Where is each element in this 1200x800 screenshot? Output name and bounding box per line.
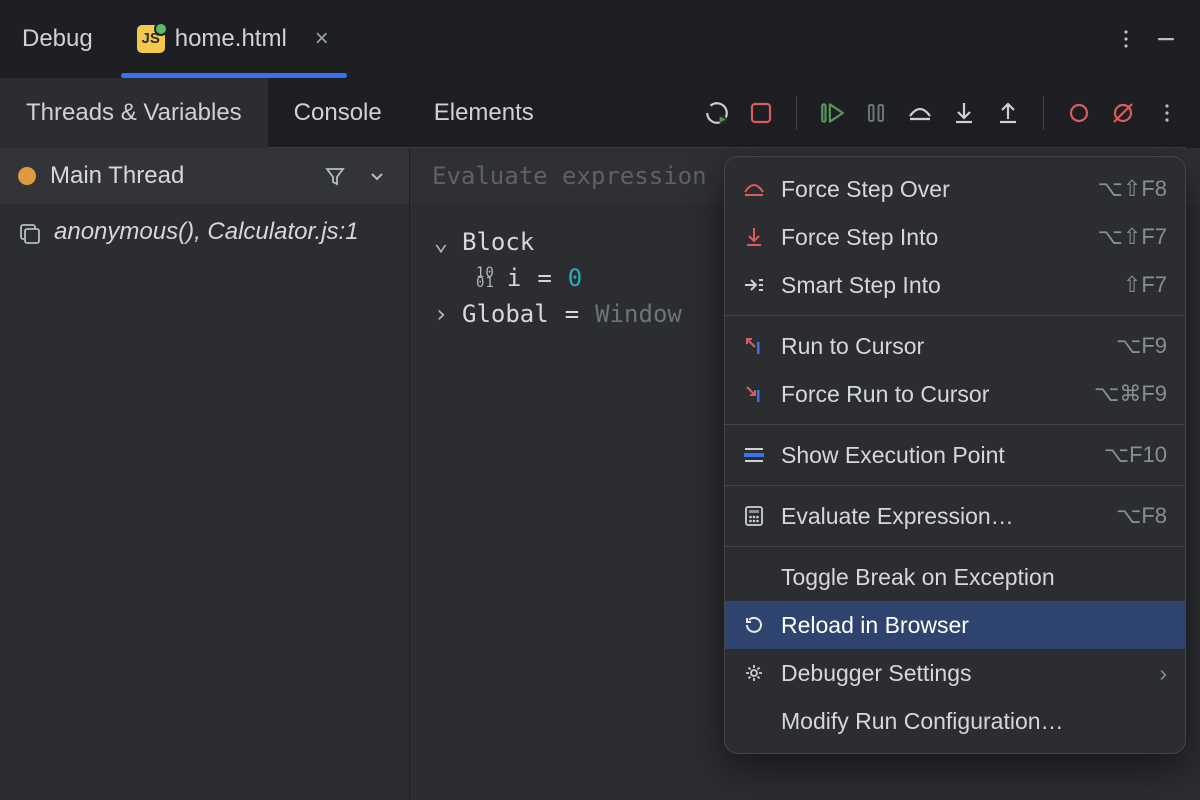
resume-icon[interactable] — [813, 94, 851, 132]
shortcut: ⌥F9 — [1116, 333, 1167, 359]
variable-name: i — [507, 264, 521, 292]
shortcut: ⌥⇧F7 — [1098, 224, 1167, 250]
shortcut: ⌥F10 — [1104, 442, 1167, 468]
debug-context-menu: Force Step Over ⌥⇧F8 Force Step Into ⌥⇧F… — [724, 156, 1186, 754]
force-step-over-icon — [741, 180, 767, 198]
menu-force-step-over[interactable]: Force Step Over ⌥⇧F8 — [725, 165, 1185, 213]
smart-step-into-icon — [741, 277, 767, 293]
menu-debugger-settings[interactable]: Debugger Settings › — [725, 649, 1185, 697]
equals-sign: = — [537, 264, 551, 292]
menu-modify-run-config[interactable]: Modify Run Configuration… — [725, 697, 1185, 745]
scope-label: Global — [462, 300, 549, 328]
stack-frame[interactable]: anonymous(), Calculator.js:1 — [0, 204, 409, 260]
menu-show-execution-point[interactable]: Show Execution Point ⌥F10 — [725, 431, 1185, 479]
force-step-into-icon — [741, 227, 767, 247]
menu-force-step-into[interactable]: Force Step Into ⌥⇧F7 — [725, 213, 1185, 261]
step-into-icon[interactable] — [945, 94, 983, 132]
menu-force-run-to-cursor[interactable]: Force Run to Cursor ⌥⌘F9 — [725, 370, 1185, 418]
menu-evaluate-expression[interactable]: Evaluate Expression… ⌥F8 — [725, 492, 1185, 540]
binary-type-icon: 1001 — [476, 268, 495, 288]
scope-label: Block — [462, 228, 534, 256]
shortcut: ⌥F8 — [1116, 503, 1167, 529]
js-file-icon: JS — [137, 25, 165, 53]
menu-reload-in-browser[interactable]: Reload in Browser — [725, 601, 1185, 649]
tab-elements[interactable]: Elements — [408, 78, 560, 148]
frame-icon — [18, 220, 42, 244]
shortcut: ⌥⇧F8 — [1098, 176, 1167, 202]
debug-tabs: Threads & Variables Console Elements — [0, 78, 678, 148]
shortcut: ⇧F7 — [1123, 272, 1167, 298]
rerun-icon[interactable] — [698, 94, 736, 132]
scope-value: Window — [595, 300, 682, 328]
thread-name: Main Thread — [50, 162, 307, 190]
tool-window-title: Debug — [22, 25, 93, 53]
debug-actions — [678, 78, 1186, 148]
tab-console[interactable]: Console — [268, 78, 408, 148]
gear-icon — [741, 663, 767, 683]
tab-threads-variables[interactable]: Threads & Variables — [0, 78, 268, 148]
step-over-icon[interactable] — [901, 94, 939, 132]
frames-pane: Main Thread anonymous(), Calculator.js:1 — [0, 148, 410, 800]
toolbar-more-icon[interactable] — [1148, 94, 1186, 132]
show-execution-point-icon — [741, 447, 767, 463]
more-vertical-icon[interactable] — [1106, 19, 1146, 59]
thread-status-icon — [18, 167, 36, 185]
filter-icon[interactable] — [321, 162, 349, 190]
titlebar: Debug JS home.html × — [0, 0, 1200, 78]
force-run-to-cursor-icon — [741, 384, 767, 404]
run-to-cursor-icon — [741, 336, 767, 356]
chevron-right-icon: › — [430, 300, 452, 328]
menu-run-to-cursor[interactable]: Run to Cursor ⌥F9 — [725, 322, 1185, 370]
file-tab-label: home.html — [175, 25, 287, 53]
minimize-icon[interactable] — [1146, 19, 1186, 59]
chevron-right-icon: › — [1159, 660, 1167, 687]
shortcut: ⌥⌘F9 — [1094, 381, 1167, 407]
pause-icon[interactable] — [857, 94, 895, 132]
chevron-down-icon: ⌄ — [430, 228, 452, 256]
thread-dropdown-icon[interactable] — [363, 162, 391, 190]
file-tab[interactable]: JS home.html × — [127, 0, 339, 77]
thread-header[interactable]: Main Thread — [0, 148, 409, 204]
mute-breakpoints-icon[interactable] — [1104, 94, 1142, 132]
calculator-icon — [741, 506, 767, 526]
menu-smart-step-into[interactable]: Smart Step Into ⇧F7 — [725, 261, 1185, 309]
stop-icon[interactable] — [742, 94, 780, 132]
reload-icon — [741, 615, 767, 635]
equals-sign: = — [565, 300, 579, 328]
view-breakpoints-icon[interactable] — [1060, 94, 1098, 132]
frame-label: anonymous(), Calculator.js:1 — [54, 218, 359, 246]
debug-toolbar: Threads & Variables Console Elements — [0, 78, 1200, 148]
step-out-icon[interactable] — [989, 94, 1027, 132]
menu-toggle-break-exception[interactable]: Toggle Break on Exception — [725, 553, 1185, 601]
variable-value: 0 — [568, 264, 582, 292]
close-tab-icon[interactable]: × — [315, 25, 329, 53]
